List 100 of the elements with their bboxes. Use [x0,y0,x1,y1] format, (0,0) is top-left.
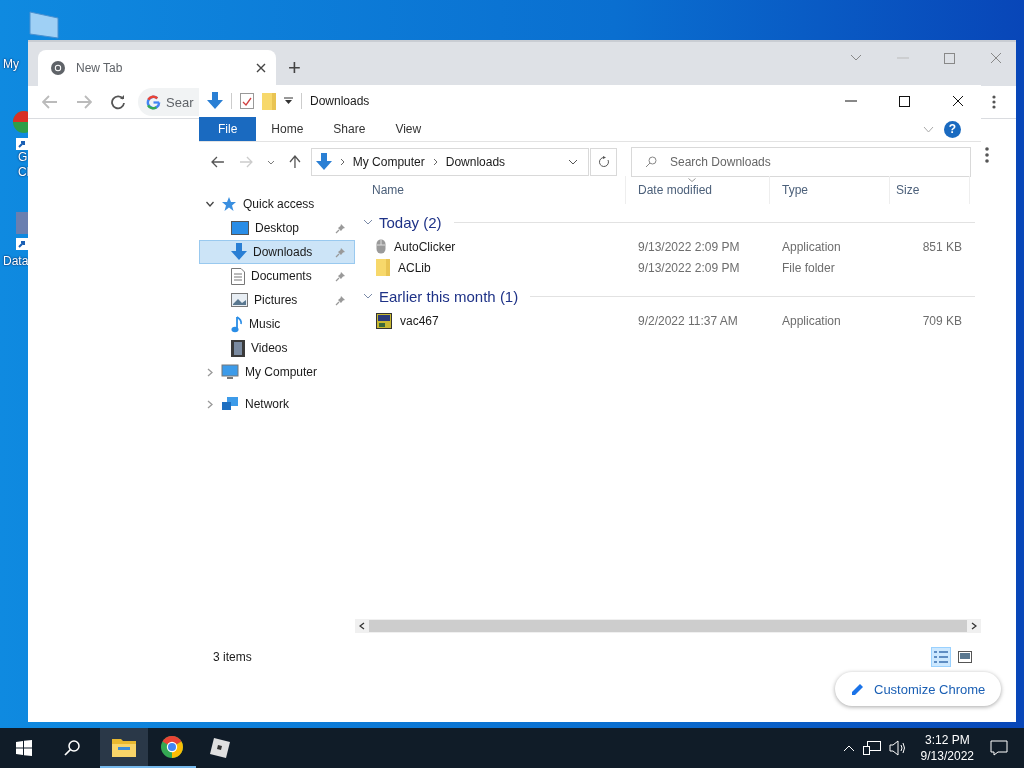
chevron-icon[interactable] [568,159,579,165]
dropdown-caret-icon[interactable] [284,97,293,105]
windows-start-icon[interactable] [16,740,32,756]
size-cell: 851 KB [922,239,962,254]
tree-item[interactable]: Network [199,392,355,416]
group-heading[interactable]: Earlier this month (1) [379,287,519,305]
ribbon-tab[interactable]: File [199,117,257,141]
download-arrow-icon[interactable] [207,92,223,110]
chevron-icon[interactable] [266,159,275,165]
refresh-button[interactable] [590,148,617,176]
collapsed-chevron-icon[interactable] [205,399,215,409]
column-header[interactable]: Date modified [626,176,770,204]
tree-item[interactable]: Videos [199,336,355,360]
tree-item[interactable]: Quick access [199,192,355,216]
customize-chrome-button[interactable]: Customize Chrome [835,672,1002,706]
address-bar[interactable]: My Computer Downloads [310,148,590,176]
large-icons-view-icon [958,651,972,663]
desktop-icon-label[interactable]: My [0,57,19,72]
desktop-icon-label[interactable]: Cl [0,165,30,180]
tree-item[interactable]: Pictures [199,288,355,312]
scroll-right-icon[interactable] [971,622,977,630]
picture-icon [231,293,248,307]
close-icon[interactable] [952,95,964,107]
mouse-icon [376,239,386,254]
file-name[interactable]: vac467 [400,313,439,328]
type-cell-text: File folder [781,260,836,275]
download-arrow-icon [231,243,247,261]
type-cell-text: Application [781,313,842,328]
date-modified-cell-text: 9/2/2022 11:37 AM [637,313,739,328]
type-cell-text: Application [781,239,842,254]
chevron-up-icon[interactable] [842,744,855,752]
collapsed-chevron-icon[interactable] [205,367,215,377]
desktop-icon-label[interactable]: G [0,150,28,165]
network-icon[interactable] [862,740,881,756]
breadcrumb[interactable]: Downloads [445,155,506,169]
star-icon [221,196,237,212]
file-name[interactable]: AutoClicker [394,239,456,254]
tree-item[interactable]: My Computer [199,360,355,384]
tree-item-label: Videos [251,341,288,355]
search-field[interactable]: Search Downloads [631,147,971,177]
folder-icon [376,259,390,276]
expanded-chevron-icon[interactable] [205,201,215,207]
up-arrow-icon[interactable] [288,155,301,169]
column-header[interactable]: Name [360,176,626,204]
column-header[interactable]: Type [770,176,890,204]
menu-icon[interactable] [992,95,996,109]
horizontal-scrollbar[interactable] [355,619,981,633]
tree-item[interactable]: Music [199,312,355,336]
menu-icon[interactable] [985,147,989,163]
taskbar-app[interactable] [100,728,148,768]
back-arrow-icon[interactable] [211,156,225,168]
scrollbar-thumb[interactable] [369,620,967,632]
search-icon[interactable] [64,740,80,756]
music-note-icon [231,315,243,333]
size-cell: 709 KB [922,313,962,328]
tree-item-label: Desktop [255,221,300,235]
folder-icon [112,737,136,757]
omnibox-placeholder: Sear [166,94,194,110]
group-heading[interactable]: Today (2) [379,213,442,231]
chevron-right-icon [339,158,345,166]
file-name[interactable]: ACLib [398,260,431,275]
breadcrumb[interactable]: My Computer [352,155,425,169]
ribbon-tab[interactable]: View [380,117,437,141]
refresh-icon [597,156,610,168]
sort-caret-icon [688,178,696,182]
date-modified-cell-text: 9/13/2022 2:09 PM [637,260,741,275]
tree-item-label: My Computer [245,365,318,379]
maximize-icon[interactable] [899,95,910,107]
scroll-left-icon[interactable] [359,622,365,630]
new-tab-button[interactable]: + [284,56,305,80]
speaker-icon[interactable] [888,740,907,756]
pin-icon[interactable] [335,294,346,306]
ribbon-tab[interactable]: Home [256,117,319,141]
network-icon [221,396,239,412]
pencil-icon [851,682,864,696]
tree-item[interactable]: Desktop [199,216,355,240]
tab-title: New Tab [76,61,124,75]
help-button[interactable]: ? [944,120,961,138]
pin-icon[interactable] [335,222,346,234]
omnibox[interactable]: Sear [138,88,202,116]
pin-icon[interactable] [335,270,346,282]
tree-item[interactable]: Downloads [199,240,355,264]
tree-item-label: Pictures [254,293,298,307]
date-modified-cell-text: 9/13/2022 2:09 PM [637,239,741,254]
chevron-right-icon [432,158,438,166]
browser-tab[interactable]: New Tab [38,50,276,86]
clock[interactable]: 3:12 PM 9/13/2022 [920,732,974,764]
application-icon [376,312,392,329]
search-icon [645,156,657,168]
tree-item[interactable]: Documents [199,264,355,288]
ribbon-tab[interactable]: Share [318,117,381,141]
desktop-icon-label[interactable]: Data [0,254,29,269]
document-icon [231,267,245,285]
properties-icon[interactable] [240,93,254,109]
reload-icon[interactable] [110,94,126,110]
notification-icon[interactable] [990,740,1008,756]
close-icon[interactable] [256,63,266,73]
clock-time: 3:12 PM [924,732,970,748]
desktop-icon [231,220,249,236]
column-header[interactable]: Size [890,176,970,204]
